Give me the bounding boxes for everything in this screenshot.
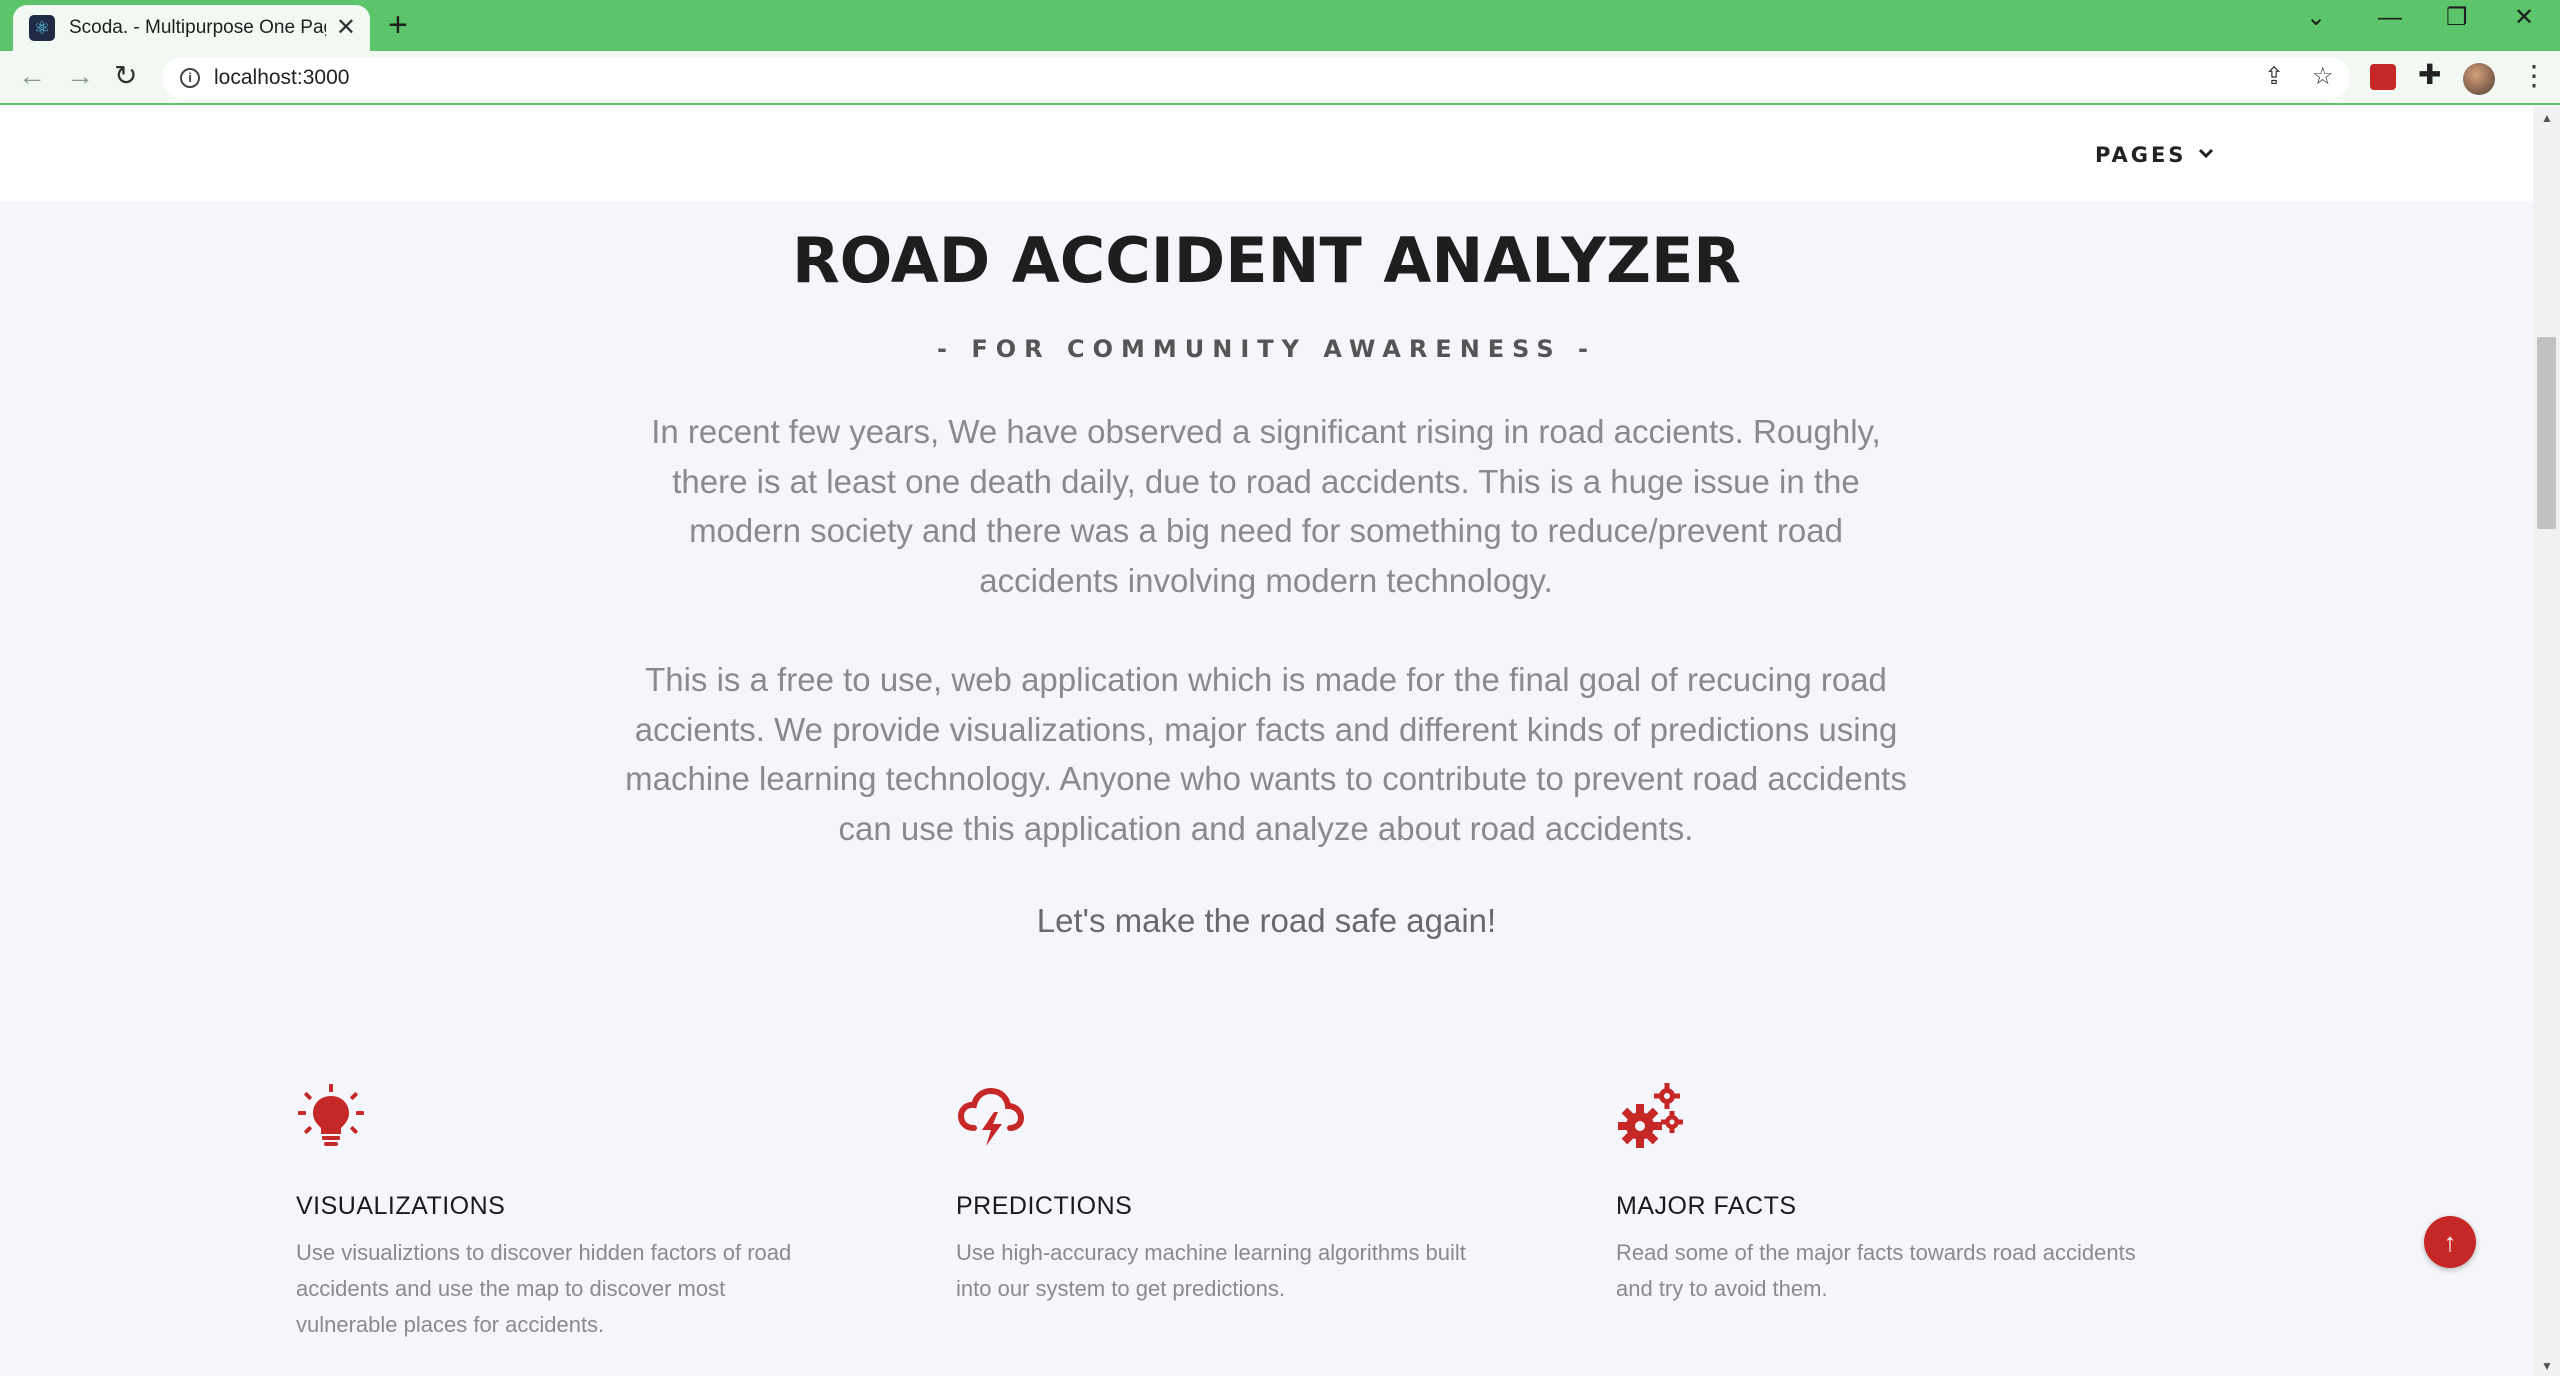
avatar[interactable] — [2463, 63, 2495, 95]
feature-text: Read some of the major facts towards roa… — [1616, 1240, 2136, 1301]
feature-text: Use visualiztions to discover hidden fac… — [296, 1240, 792, 1337]
page-subtitle: - FOR COMMUNITY AWARENESS - — [937, 335, 1596, 363]
feature-predictions: PREDICTIONS Use high-accuracy machine le… — [956, 1082, 1476, 1307]
feature-title: PREDICTIONS — [956, 1192, 1133, 1220]
extension-icon[interactable] — [2370, 64, 2396, 90]
back-arrow-icon[interactable]: ← — [18, 62, 46, 90]
gears-icon — [1618, 1083, 1683, 1148]
feature-text: Use high-accuracy machine learning algor… — [956, 1240, 1466, 1301]
new-tab-button[interactable]: + — [388, 8, 408, 42]
lightbulb-icon — [298, 1084, 364, 1146]
restore-button[interactable]: ❐ — [2446, 6, 2468, 30]
scrollbar-thumb[interactable] — [2537, 337, 2556, 529]
close-window-button[interactable]: ✕ — [2514, 6, 2534, 30]
scroll-down-arrow-icon[interactable]: ▼ — [2541, 1359, 2553, 1373]
pages-label[interactable]: PAGES — [2095, 143, 2186, 167]
bookmark-star-icon[interactable]: ☆ — [2312, 65, 2334, 89]
scrollbar[interactable]: ▲ ▼ — [2533, 107, 2560, 1376]
tagline: Let's make the road safe again! — [1036, 902, 1497, 939]
tab-search-chevron-icon[interactable]: ⌄ — [2306, 6, 2326, 30]
puzzle-icon[interactable]: ✚ — [2418, 61, 2441, 89]
browser-toolbar: ← → ↻ i localhost:3000 ⇪ ☆ ✚ ⋮ — [0, 51, 2560, 105]
tab-title: Scoda. - Multipurpose One Page — [69, 17, 326, 38]
minimize-button[interactable]: — — [2378, 6, 2402, 30]
feature-title: VISUALIZATIONS — [296, 1192, 506, 1220]
url-text[interactable]: localhost:3000 — [214, 66, 349, 90]
feature-major-facts: MAJOR FACTS Read some of the major facts… — [1616, 1082, 2136, 1307]
share-icon[interactable]: ⇪ — [2264, 65, 2284, 89]
chevron-down-icon — [2198, 146, 2214, 164]
scroll-up-arrow-icon[interactable]: ▲ — [2541, 111, 2553, 125]
reload-icon[interactable]: ↻ — [114, 62, 137, 90]
tab-close-icon[interactable]: ✕ — [336, 16, 356, 40]
page-content: PAGES ROAD ACCIDENT ANALYZER - FOR COMMU… — [0, 107, 2533, 1376]
feature-visualizations: VISUALIZATIONS Use visualiztions to disc… — [296, 1082, 816, 1343]
feature-title: MAJOR FACTS — [1616, 1192, 1797, 1220]
react-icon: ⚛ — [29, 15, 55, 41]
address-bar[interactable]: i localhost:3000 ⇪ ☆ — [162, 57, 2350, 99]
back-to-top-button[interactable]: ↑ — [2424, 1216, 2476, 1268]
browser-titlebar: ⚛ Scoda. - Multipurpose One Page ✕ + ⌄ —… — [0, 0, 2560, 51]
info-icon[interactable]: i — [180, 68, 200, 88]
page-title: ROAD ACCIDENT ANALYZER — [791, 224, 1742, 297]
browser-tab[interactable]: ⚛ Scoda. - Multipurpose One Page ✕ — [13, 5, 370, 51]
site-navbar: PAGES — [0, 107, 2533, 201]
storm-cloud-icon — [957, 1087, 1025, 1146]
forward-arrow-icon[interactable]: → — [66, 62, 94, 90]
pages-dropdown[interactable]: PAGES — [2095, 143, 2214, 167]
about-paragraph: This is a free to use, web application w… — [625, 661, 1907, 847]
kebab-menu-icon[interactable]: ⋮ — [2520, 62, 2548, 90]
intro-paragraph: In recent few years, We have observed a … — [651, 413, 1881, 599]
